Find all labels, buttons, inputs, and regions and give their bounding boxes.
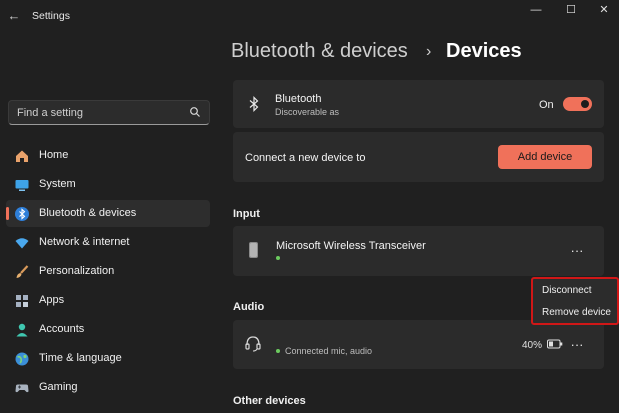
sidebar-item-apps[interactable]: Apps bbox=[6, 287, 210, 314]
sidebar-item-gaming[interactable]: Gaming bbox=[6, 374, 210, 401]
search-input[interactable]: Find a setting bbox=[8, 100, 210, 125]
sidebar-item-label: Bluetooth & devices bbox=[39, 207, 137, 219]
toggle-knob bbox=[581, 100, 589, 108]
globe-icon bbox=[15, 352, 29, 366]
accounts-icon bbox=[16, 323, 28, 337]
sidebar-item-label: Gaming bbox=[39, 381, 78, 393]
bluetooth-title: Bluetooth bbox=[275, 93, 322, 105]
battery-percentage: 40% bbox=[522, 340, 543, 351]
breadcrumb-parent[interactable]: Bluetooth & devices bbox=[231, 40, 408, 63]
sidebar-item-label: Time & language bbox=[39, 352, 122, 364]
selection-indicator bbox=[6, 207, 9, 220]
bluetooth-toggle[interactable] bbox=[563, 97, 592, 111]
bluetooth-icon bbox=[15, 207, 29, 221]
bluetooth-state-label: On bbox=[539, 99, 554, 111]
sidebar-item-label: Home bbox=[39, 149, 69, 161]
title-bar: ← Settings — ☐ ✕ bbox=[0, 0, 619, 32]
connect-device-card: Connect a new device to Add device bbox=[233, 132, 604, 182]
input-device-card[interactable]: Microsoft Wireless Transceiver ··· bbox=[233, 226, 604, 276]
input-device-name: Microsoft Wireless Transceiver bbox=[276, 240, 426, 252]
section-audio-heading: Audio bbox=[233, 301, 265, 313]
home-icon bbox=[16, 150, 28, 162]
sidebar-item-bluetooth[interactable]: Bluetooth & devices bbox=[6, 200, 210, 227]
search-icon bbox=[190, 107, 200, 117]
sidebar-item-label: Accounts bbox=[39, 323, 85, 335]
bluetooth-card: Bluetooth Discoverable as On bbox=[233, 80, 604, 128]
menu-item-disconnect[interactable]: Disconnect bbox=[533, 280, 617, 302]
minimize-icon: — bbox=[530, 4, 542, 16]
page-title: Devices bbox=[446, 40, 522, 62]
sidebar-item-home[interactable]: Home bbox=[6, 142, 210, 169]
search-placeholder: Find a setting bbox=[17, 107, 84, 119]
back-button[interactable]: ← bbox=[6, 8, 22, 24]
section-other-heading: Other devices bbox=[233, 395, 306, 407]
sidebar-item-system[interactable]: System bbox=[6, 171, 210, 198]
more-options-button[interactable]: ··· bbox=[567, 244, 587, 260]
maximize-icon: ☐ bbox=[566, 4, 576, 16]
status-dot bbox=[276, 256, 280, 260]
add-device-button[interactable]: Add device bbox=[498, 145, 592, 169]
menu-item-remove-device[interactable]: Remove device bbox=[533, 302, 617, 324]
bluetooth-subtitle: Discoverable as bbox=[275, 107, 340, 117]
connect-label: Connect a new device to bbox=[245, 152, 366, 164]
status-dot bbox=[276, 349, 280, 353]
network-icon bbox=[15, 238, 29, 249]
sidebar-item-time-language[interactable]: Time & language bbox=[6, 345, 210, 372]
app-title: Settings bbox=[32, 10, 70, 22]
apps-icon bbox=[16, 295, 28, 307]
audio-device-card[interactable]: Connected mic, audio 40% ··· bbox=[233, 320, 604, 369]
sidebar-item-accounts[interactable]: Accounts bbox=[6, 316, 210, 343]
sidebar-item-label: Personalization bbox=[39, 265, 115, 277]
close-button[interactable]: ✕ bbox=[587, 2, 619, 18]
sidebar-item-label: System bbox=[39, 178, 76, 190]
sidebar-item-label: Apps bbox=[39, 294, 65, 306]
back-arrow-icon: ← bbox=[7, 8, 21, 23]
sidebar-item-network[interactable]: Network & internet bbox=[6, 229, 210, 256]
breadcrumb-separator-icon: › bbox=[426, 43, 432, 60]
device-context-menu: Disconnect Remove device bbox=[531, 277, 619, 325]
close-icon: ✕ bbox=[599, 4, 609, 16]
minimize-button[interactable]: — bbox=[519, 2, 553, 18]
headset-icon bbox=[245, 336, 261, 352]
brush-icon bbox=[16, 265, 29, 278]
section-input-heading: Input bbox=[233, 208, 260, 220]
maximize-button[interactable]: ☐ bbox=[554, 2, 588, 18]
system-icon bbox=[15, 180, 29, 191]
gaming-icon bbox=[15, 384, 29, 393]
audio-device-status: Connected mic, audio bbox=[285, 346, 373, 356]
sidebar-item-label: Network & internet bbox=[39, 236, 130, 248]
usb-dongle-icon bbox=[249, 242, 258, 258]
bluetooth-icon bbox=[249, 96, 259, 112]
sidebar-item-personalization[interactable]: Personalization bbox=[6, 258, 210, 285]
battery-icon bbox=[547, 339, 563, 349]
more-options-button[interactable]: ··· bbox=[567, 338, 587, 354]
